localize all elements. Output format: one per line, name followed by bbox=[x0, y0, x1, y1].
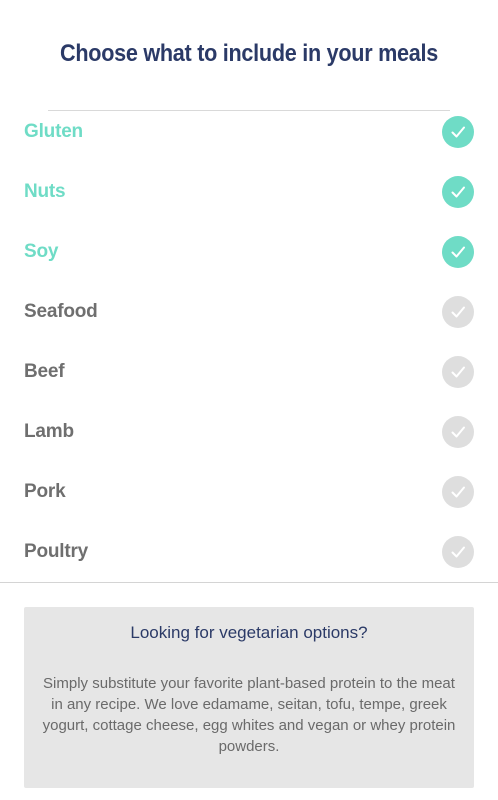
option-row-soy[interactable]: Soy bbox=[0, 222, 498, 282]
option-row-seafood[interactable]: Seafood bbox=[0, 282, 498, 342]
page-title: Choose what to include in your meals bbox=[60, 40, 438, 67]
checkmark-icon[interactable] bbox=[442, 296, 474, 328]
checkmark-icon[interactable] bbox=[442, 416, 474, 448]
checkmark-icon[interactable] bbox=[442, 536, 474, 568]
checkmark-icon[interactable] bbox=[442, 356, 474, 388]
checkmark-icon[interactable] bbox=[442, 236, 474, 268]
option-label: Gluten bbox=[24, 121, 83, 142]
option-row-beef[interactable]: Beef bbox=[0, 342, 498, 402]
option-row-pork[interactable]: Pork bbox=[0, 462, 498, 522]
option-row-lamb[interactable]: Lamb bbox=[0, 402, 498, 462]
option-label: Seafood bbox=[24, 301, 98, 322]
info-card-title: Looking for vegetarian options? bbox=[130, 623, 368, 642]
option-label: Lamb bbox=[24, 421, 74, 442]
option-label: Poultry bbox=[24, 541, 89, 562]
vegetarian-info-card: Looking for vegetarian options? Simply s… bbox=[24, 607, 474, 788]
info-card-body: Simply substitute your favorite plant-ba… bbox=[42, 675, 456, 755]
option-row-poultry[interactable]: Poultry bbox=[0, 522, 498, 582]
list-divider bbox=[0, 582, 498, 583]
option-label: Pork bbox=[24, 481, 66, 502]
checkmark-icon[interactable] bbox=[442, 176, 474, 208]
option-row-gluten[interactable]: Gluten bbox=[0, 102, 498, 162]
option-label: Beef bbox=[24, 361, 65, 382]
checkmark-icon[interactable] bbox=[442, 476, 474, 508]
meal-options-list: Gluten Nuts Soy Seafood Beef Lamb Pork P… bbox=[0, 102, 498, 582]
option-row-nuts[interactable]: Nuts bbox=[0, 162, 498, 222]
option-label: Nuts bbox=[24, 181, 66, 202]
checkmark-icon[interactable] bbox=[442, 116, 474, 148]
option-label: Soy bbox=[24, 241, 59, 262]
